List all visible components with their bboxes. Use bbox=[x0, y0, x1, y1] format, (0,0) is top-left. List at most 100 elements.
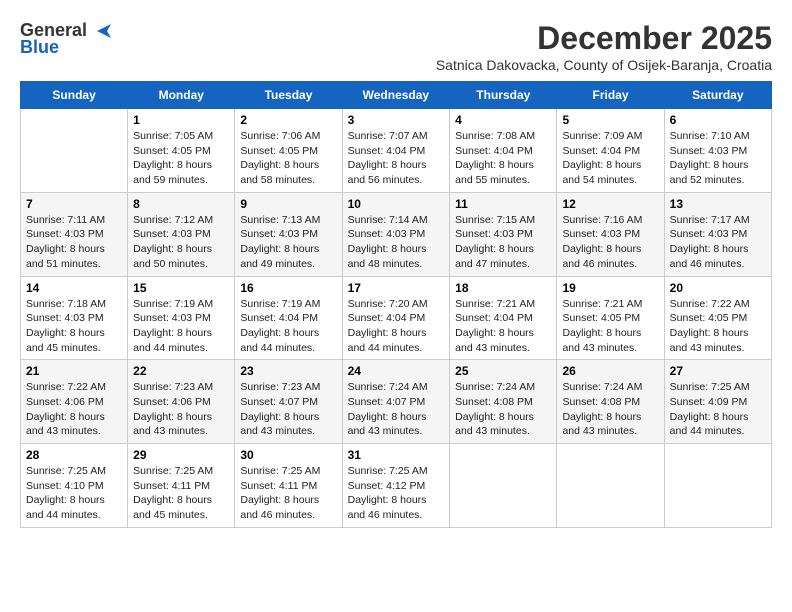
table-row: 31 Sunrise: 7:25 AM Sunset: 4:12 PM Dayli… bbox=[342, 444, 450, 528]
day-number: 1 bbox=[133, 113, 229, 127]
table-row: 21Sunrise: 7:22 AM Sunset: 4:06 PM Dayli… bbox=[21, 360, 128, 444]
table-row: 7 Sunrise: 7:11 AM Sunset: 4:03 PM Daylig… bbox=[21, 192, 128, 276]
day-number: 11 bbox=[455, 197, 551, 211]
day-info: Sunrise: 7:25 AM Sunset: 4:10 PM Dayligh… bbox=[26, 464, 122, 523]
table-row: 18Sunrise: 7:21 AM Sunset: 4:04 PM Dayli… bbox=[450, 276, 557, 360]
day-info: Sunrise: 7:18 AM Sunset: 4:03 PM Dayligh… bbox=[26, 297, 122, 356]
day-number: 24 bbox=[348, 364, 445, 378]
table-row: 1 Sunrise: 7:05 AM Sunset: 4:05 PM Daylig… bbox=[128, 109, 235, 193]
table-row bbox=[450, 444, 557, 528]
calendar-week-row: 7 Sunrise: 7:11 AM Sunset: 4:03 PM Daylig… bbox=[21, 192, 772, 276]
logo: General Blue bbox=[20, 20, 111, 58]
day-info: Sunrise: 7:10 AM Sunset: 4:03 PM Dayligh… bbox=[670, 129, 766, 188]
day-number: 7 bbox=[26, 197, 122, 211]
calendar-week-row: 1 Sunrise: 7:05 AM Sunset: 4:05 PM Daylig… bbox=[21, 109, 772, 193]
day-info: Sunrise: 7:24 AM Sunset: 4:07 PM Dayligh… bbox=[348, 380, 445, 439]
calendar-table: Sunday Monday Tuesday Wednesday Thursday… bbox=[20, 81, 772, 528]
table-row: 13 Sunrise: 7:17 AM Sunset: 4:03 PM Dayli… bbox=[664, 192, 771, 276]
table-row: 23Sunrise: 7:23 AM Sunset: 4:07 PM Dayli… bbox=[235, 360, 342, 444]
col-wednesday: Wednesday bbox=[342, 82, 450, 109]
day-info: Sunrise: 7:21 AM Sunset: 4:05 PM Dayligh… bbox=[562, 297, 658, 356]
table-row: 4 Sunrise: 7:08 AM Sunset: 4:04 PM Daylig… bbox=[450, 109, 557, 193]
day-number: 3 bbox=[348, 113, 445, 127]
table-row: 2Sunrise: 7:06 AM Sunset: 4:05 PM Daylig… bbox=[235, 109, 342, 193]
day-number: 22 bbox=[133, 364, 229, 378]
col-monday: Monday bbox=[128, 82, 235, 109]
table-row: 6Sunrise: 7:10 AM Sunset: 4:03 PM Daylig… bbox=[664, 109, 771, 193]
day-number: 8 bbox=[133, 197, 229, 211]
table-row: 3 Sunrise: 7:07 AM Sunset: 4:04 PM Daylig… bbox=[342, 109, 450, 193]
day-info: Sunrise: 7:22 AM Sunset: 4:05 PM Dayligh… bbox=[670, 297, 766, 356]
day-info: Sunrise: 7:08 AM Sunset: 4:04 PM Dayligh… bbox=[455, 129, 551, 188]
day-number: 28 bbox=[26, 448, 122, 462]
day-info: Sunrise: 7:24 AM Sunset: 4:08 PM Dayligh… bbox=[562, 380, 658, 439]
table-row: 15 Sunrise: 7:19 AM Sunset: 4:03 PM Dayli… bbox=[128, 276, 235, 360]
day-info: Sunrise: 7:24 AM Sunset: 4:08 PM Dayligh… bbox=[455, 380, 551, 439]
day-info: Sunrise: 7:19 AM Sunset: 4:03 PM Dayligh… bbox=[133, 297, 229, 356]
page-header: General Blue December 2025 Satnica Dakov… bbox=[20, 20, 772, 73]
day-info: Sunrise: 7:15 AM Sunset: 4:03 PM Dayligh… bbox=[455, 213, 551, 272]
table-row: 26 Sunrise: 7:24 AM Sunset: 4:08 PM Dayli… bbox=[557, 360, 664, 444]
table-row: 22 Sunrise: 7:23 AM Sunset: 4:06 PM Dayli… bbox=[128, 360, 235, 444]
day-info: Sunrise: 7:25 AM Sunset: 4:11 PM Dayligh… bbox=[133, 464, 229, 523]
day-number: 9 bbox=[240, 197, 336, 211]
col-sunday: Sunday bbox=[21, 82, 128, 109]
day-info: Sunrise: 7:09 AM Sunset: 4:04 PM Dayligh… bbox=[562, 129, 658, 188]
day-number: 26 bbox=[562, 364, 658, 378]
table-row: 30Sunrise: 7:25 AM Sunset: 4:11 PM Dayli… bbox=[235, 444, 342, 528]
day-info: Sunrise: 7:11 AM Sunset: 4:03 PM Dayligh… bbox=[26, 213, 122, 272]
table-row: 17Sunrise: 7:20 AM Sunset: 4:04 PM Dayli… bbox=[342, 276, 450, 360]
calendar-week-row: 21Sunrise: 7:22 AM Sunset: 4:06 PM Dayli… bbox=[21, 360, 772, 444]
day-info: Sunrise: 7:12 AM Sunset: 4:03 PM Dayligh… bbox=[133, 213, 229, 272]
col-tuesday: Tuesday bbox=[235, 82, 342, 109]
subtitle: Satnica Dakovacka, County of Osijek-Bara… bbox=[436, 57, 772, 73]
day-info: Sunrise: 7:07 AM Sunset: 4:04 PM Dayligh… bbox=[348, 129, 445, 188]
table-row: 20Sunrise: 7:22 AM Sunset: 4:05 PM Dayli… bbox=[664, 276, 771, 360]
day-number: 29 bbox=[133, 448, 229, 462]
day-info: Sunrise: 7:25 AM Sunset: 4:09 PM Dayligh… bbox=[670, 380, 766, 439]
calendar-week-row: 14Sunrise: 7:18 AM Sunset: 4:03 PM Dayli… bbox=[21, 276, 772, 360]
day-info: Sunrise: 7:25 AM Sunset: 4:12 PM Dayligh… bbox=[348, 464, 445, 523]
table-row bbox=[664, 444, 771, 528]
table-row: 24 Sunrise: 7:24 AM Sunset: 4:07 PM Dayli… bbox=[342, 360, 450, 444]
day-number: 16 bbox=[240, 281, 336, 295]
day-info: Sunrise: 7:14 AM Sunset: 4:03 PM Dayligh… bbox=[348, 213, 445, 272]
day-info: Sunrise: 7:06 AM Sunset: 4:05 PM Dayligh… bbox=[240, 129, 336, 188]
logo-bird-icon bbox=[89, 22, 111, 40]
table-row: 25Sunrise: 7:24 AM Sunset: 4:08 PM Dayli… bbox=[450, 360, 557, 444]
table-row bbox=[557, 444, 664, 528]
col-thursday: Thursday bbox=[450, 82, 557, 109]
day-number: 15 bbox=[133, 281, 229, 295]
day-number: 13 bbox=[670, 197, 766, 211]
day-number: 30 bbox=[240, 448, 336, 462]
day-number: 19 bbox=[562, 281, 658, 295]
day-number: 4 bbox=[455, 113, 551, 127]
day-number: 31 bbox=[348, 448, 445, 462]
day-number: 21 bbox=[26, 364, 122, 378]
table-row: 28 Sunrise: 7:25 AM Sunset: 4:10 PM Dayli… bbox=[21, 444, 128, 528]
day-number: 10 bbox=[348, 197, 445, 211]
table-row: 19 Sunrise: 7:21 AM Sunset: 4:05 PM Dayli… bbox=[557, 276, 664, 360]
table-row: 11 Sunrise: 7:15 AM Sunset: 4:03 PM Dayli… bbox=[450, 192, 557, 276]
day-info: Sunrise: 7:17 AM Sunset: 4:03 PM Dayligh… bbox=[670, 213, 766, 272]
day-info: Sunrise: 7:16 AM Sunset: 4:03 PM Dayligh… bbox=[562, 213, 658, 272]
col-saturday: Saturday bbox=[664, 82, 771, 109]
day-info: Sunrise: 7:20 AM Sunset: 4:04 PM Dayligh… bbox=[348, 297, 445, 356]
day-info: Sunrise: 7:23 AM Sunset: 4:06 PM Dayligh… bbox=[133, 380, 229, 439]
calendar-week-row: 28 Sunrise: 7:25 AM Sunset: 4:10 PM Dayli… bbox=[21, 444, 772, 528]
day-info: Sunrise: 7:19 AM Sunset: 4:04 PM Dayligh… bbox=[240, 297, 336, 356]
day-number: 23 bbox=[240, 364, 336, 378]
day-info: Sunrise: 7:21 AM Sunset: 4:04 PM Dayligh… bbox=[455, 297, 551, 356]
logo-blue: Blue bbox=[20, 37, 59, 58]
table-row: 9Sunrise: 7:13 AM Sunset: 4:03 PM Daylig… bbox=[235, 192, 342, 276]
table-row: 16 Sunrise: 7:19 AM Sunset: 4:04 PM Dayli… bbox=[235, 276, 342, 360]
title-section: December 2025 Satnica Dakovacka, County … bbox=[436, 20, 772, 73]
col-friday: Friday bbox=[557, 82, 664, 109]
table-row: 10 Sunrise: 7:14 AM Sunset: 4:03 PM Dayli… bbox=[342, 192, 450, 276]
table-row: 27Sunrise: 7:25 AM Sunset: 4:09 PM Dayli… bbox=[664, 360, 771, 444]
day-number: 5 bbox=[562, 113, 658, 127]
table-row: 14Sunrise: 7:18 AM Sunset: 4:03 PM Dayli… bbox=[21, 276, 128, 360]
day-info: Sunrise: 7:05 AM Sunset: 4:05 PM Dayligh… bbox=[133, 129, 229, 188]
month-title: December 2025 bbox=[436, 20, 772, 57]
table-row: 12Sunrise: 7:16 AM Sunset: 4:03 PM Dayli… bbox=[557, 192, 664, 276]
